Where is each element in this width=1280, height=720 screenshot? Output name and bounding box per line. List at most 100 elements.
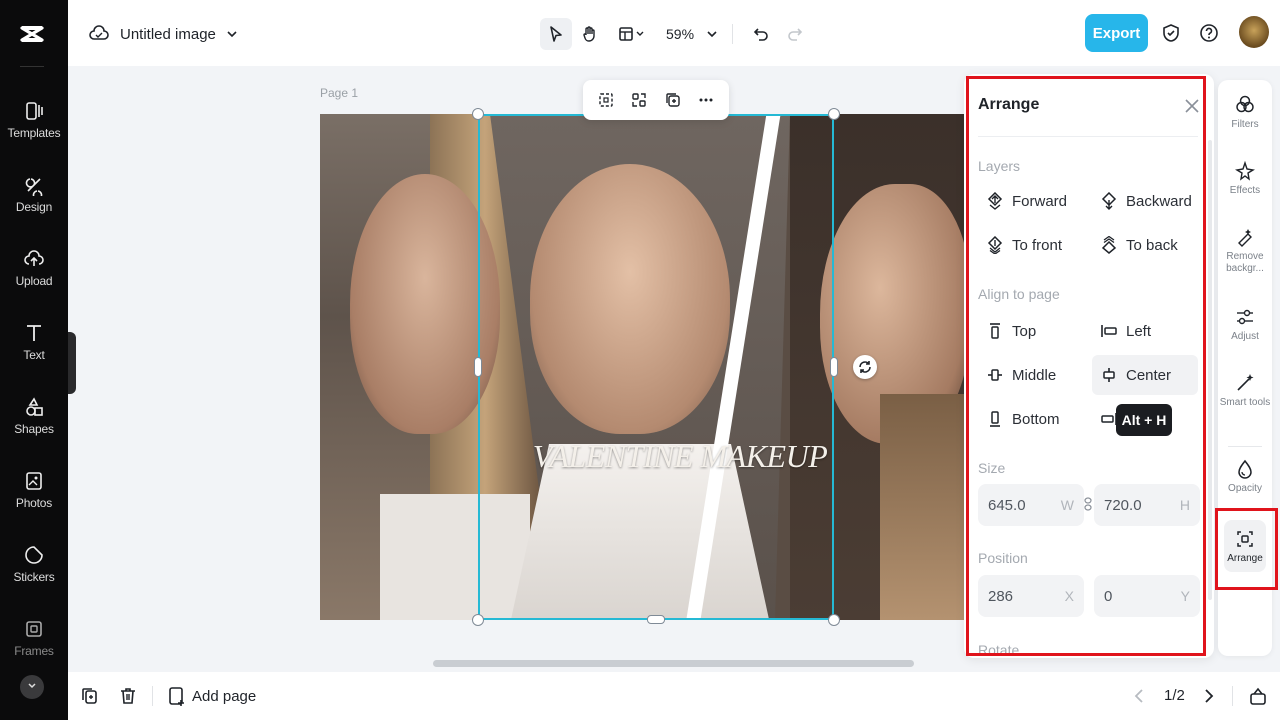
position-y-field[interactable]: 0 Y [1094, 575, 1200, 617]
resize-handle-top-left[interactable] [472, 108, 484, 120]
horizontal-scrollbar[interactable] [433, 660, 914, 667]
sidebar-item-shapes[interactable]: Shapes [0, 396, 68, 456]
page-label: Page 1 [320, 86, 359, 100]
select-tool-button[interactable] [540, 18, 572, 50]
align-left-icon [1101, 325, 1117, 337]
duplicate-button[interactable] [660, 87, 686, 113]
arrange-scrollbar[interactable] [1208, 140, 1212, 600]
photo-hair-right [880, 394, 965, 620]
capcut-logo-icon[interactable] [18, 20, 46, 48]
group-button[interactable] [626, 87, 652, 113]
align-left-button[interactable]: Left [1092, 311, 1196, 351]
sidebar-item-label: Frames [14, 644, 54, 658]
help-button[interactable] [1198, 22, 1220, 44]
duplicate-page-button[interactable] [80, 686, 100, 706]
previous-page-button[interactable] [1130, 686, 1150, 706]
backward-label: Backward [1126, 192, 1192, 210]
position-y-unit: Y [1180, 588, 1190, 604]
send-to-back-icon [1101, 236, 1117, 254]
width-unit: W [1060, 497, 1074, 513]
next-page-button[interactable] [1198, 686, 1218, 706]
arrange-panel: Arrange Layers Forward Backward To front… [964, 74, 1214, 658]
sidebar-item-stickers[interactable]: Stickers [0, 544, 68, 604]
rail-item-effects[interactable]: Effects [1218, 160, 1272, 197]
avatar[interactable] [1239, 16, 1269, 48]
chevron-right-icon [1205, 689, 1214, 703]
shield-check-button[interactable] [1160, 22, 1182, 44]
hand-tool-button[interactable] [574, 18, 606, 50]
align-center-button[interactable]: Center [1092, 355, 1198, 395]
rail-item-smart-tools[interactable]: Smart tools [1218, 372, 1272, 409]
pages-panel-button[interactable] [1248, 686, 1268, 706]
add-page-button[interactable]: Add page [168, 685, 256, 707]
delete-page-button[interactable] [118, 686, 138, 706]
size-heading: Size [978, 460, 1006, 476]
resize-handle-top-right[interactable] [828, 108, 840, 120]
align-bottom-button[interactable]: Bottom [978, 399, 1082, 439]
align-center-label: Center [1126, 366, 1172, 384]
rail-item-label: Opacity [1228, 483, 1262, 494]
undo-button[interactable] [745, 18, 777, 50]
cursor-icon [550, 26, 562, 42]
more-options-button[interactable] [693, 87, 719, 113]
sidebar-item-photos[interactable]: Photos [0, 470, 68, 530]
rail-item-remove-background[interactable]: Remove backgr... [1218, 226, 1272, 275]
sidebar-item-upload[interactable]: Upload [0, 248, 68, 308]
crop-button[interactable] [593, 87, 619, 113]
sidebar-item-text[interactable]: Text [0, 322, 68, 382]
sidebar-divider [20, 66, 44, 67]
close-arrange-button[interactable] [1182, 96, 1202, 116]
backward-button[interactable]: Backward [1092, 181, 1196, 221]
adjust-sliders-icon [1237, 309, 1253, 325]
layout-tool-button[interactable] [610, 18, 652, 50]
sidebar-item-templates[interactable]: Templates [0, 100, 68, 160]
bring-to-front-icon [987, 236, 1003, 254]
rail-item-label: Remove backgr... [1226, 251, 1264, 274]
to-front-button[interactable]: To front [978, 225, 1082, 265]
redo-button[interactable] [779, 18, 811, 50]
align-bottom-label: Bottom [1012, 410, 1060, 428]
forward-button[interactable]: Forward [978, 181, 1082, 221]
rail-item-label: Arrange [1227, 553, 1263, 564]
zoom-level: 59% [666, 26, 695, 42]
close-icon [1185, 99, 1199, 113]
resize-handle-left[interactable] [474, 357, 482, 377]
canvas-title-text[interactable]: VALENTINE MAKEUP [530, 438, 830, 475]
position-heading: Position [978, 550, 1028, 566]
sidebar-item-design[interactable]: Design [0, 174, 68, 234]
to-back-button[interactable]: To back [1092, 225, 1196, 265]
align-middle-button[interactable]: Middle [978, 355, 1082, 395]
rail-item-filters[interactable]: Filters [1218, 94, 1272, 131]
rail-item-arrange[interactable]: Arrange [1224, 520, 1266, 572]
position-x-field[interactable]: 286 X [978, 575, 1084, 617]
export-button[interactable]: Export [1085, 14, 1148, 52]
rotate-handle[interactable] [853, 355, 877, 379]
sidebar-collapse-handle[interactable] [68, 332, 76, 394]
height-unit: H [1179, 497, 1190, 513]
align-top-button[interactable]: Top [978, 311, 1082, 351]
zoom-dropdown[interactable]: 59% [666, 26, 718, 42]
toolbar-divider [732, 24, 734, 44]
rail-item-adjust[interactable]: Adjust [1218, 306, 1272, 343]
aspect-lock-button[interactable] [1083, 497, 1093, 511]
align-left-label: Left [1126, 322, 1152, 340]
height-field[interactable]: 720.0 H [1094, 484, 1200, 526]
resize-handle-bottom-right[interactable] [828, 614, 840, 626]
sidebar-item-label: Text [23, 348, 45, 362]
resize-handle-right[interactable] [830, 357, 838, 377]
width-value: 645.0 [988, 496, 1026, 514]
align-bottom-icon [990, 411, 1000, 427]
redo-icon [788, 28, 803, 41]
width-field[interactable]: 645.0 W [978, 484, 1084, 526]
stickers-icon [25, 546, 43, 564]
chevron-down-icon [707, 31, 717, 38]
group-icon [632, 93, 646, 107]
sidebar-item-frames[interactable]: Frames [0, 618, 68, 678]
select-frame-icon [599, 93, 613, 107]
resize-handle-bottom[interactable] [647, 615, 665, 624]
frames-icon [26, 621, 42, 637]
sidebar-more-button[interactable] [20, 675, 44, 699]
rail-item-opacity[interactable]: Opacity [1218, 458, 1272, 495]
resize-handle-bottom-left[interactable] [472, 614, 484, 626]
document-title-menu[interactable]: Untitled image [88, 22, 238, 46]
